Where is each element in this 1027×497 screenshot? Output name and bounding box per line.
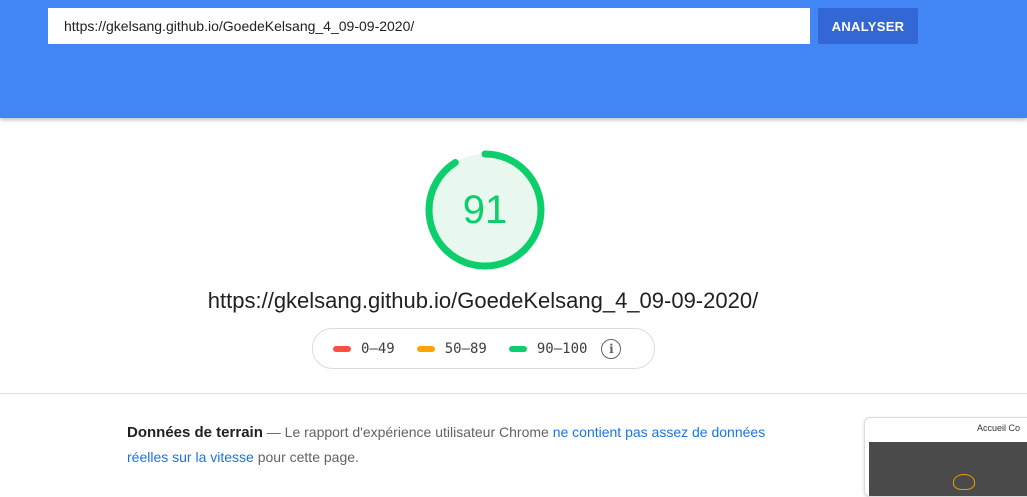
legend-item-average: 50–89 [416, 340, 487, 357]
section-divider [0, 393, 1027, 394]
score-legend: 0–49 50–89 90–100 i [312, 328, 655, 369]
thumbnail-logo-icon [953, 474, 975, 490]
field-data-text: Le rapport d'expérience utilisateur Chro… [284, 424, 553, 440]
tested-url: https://gkelsang.github.io/GoedeKelsang_… [207, 288, 759, 313]
header-bar: ANALYSER [0, 0, 1027, 118]
field-data-dash: — [262, 424, 285, 440]
thumbnail-image [869, 442, 1027, 496]
legend-label: 90–100 [536, 340, 588, 357]
legend-bar-green [508, 345, 527, 352]
field-data-text-end: pour cette page. [253, 449, 359, 465]
url-input[interactable] [48, 8, 810, 44]
legend-label: 0–49 [361, 340, 395, 357]
performance-score: 91 [462, 188, 508, 232]
field-data-title: Données de terrain [127, 424, 263, 441]
field-data-section: Données de terrain — Le rapport d'expéri… [127, 420, 807, 470]
analyze-button[interactable]: ANALYSER [818, 8, 918, 44]
score-gauge: 91 [423, 148, 547, 272]
legend-label: 50–89 [444, 340, 487, 357]
legend-bar-orange [416, 345, 435, 352]
page-screenshot-thumbnail: Accueil Co [864, 417, 1027, 497]
thumbnail-nav-text: Accueil Co [977, 423, 1021, 433]
legend-item-fail: 0–49 [333, 341, 395, 357]
info-icon[interactable]: i [601, 338, 622, 359]
legend-item-pass: 90–100 [508, 340, 588, 357]
legend-bar-red [333, 345, 351, 352]
